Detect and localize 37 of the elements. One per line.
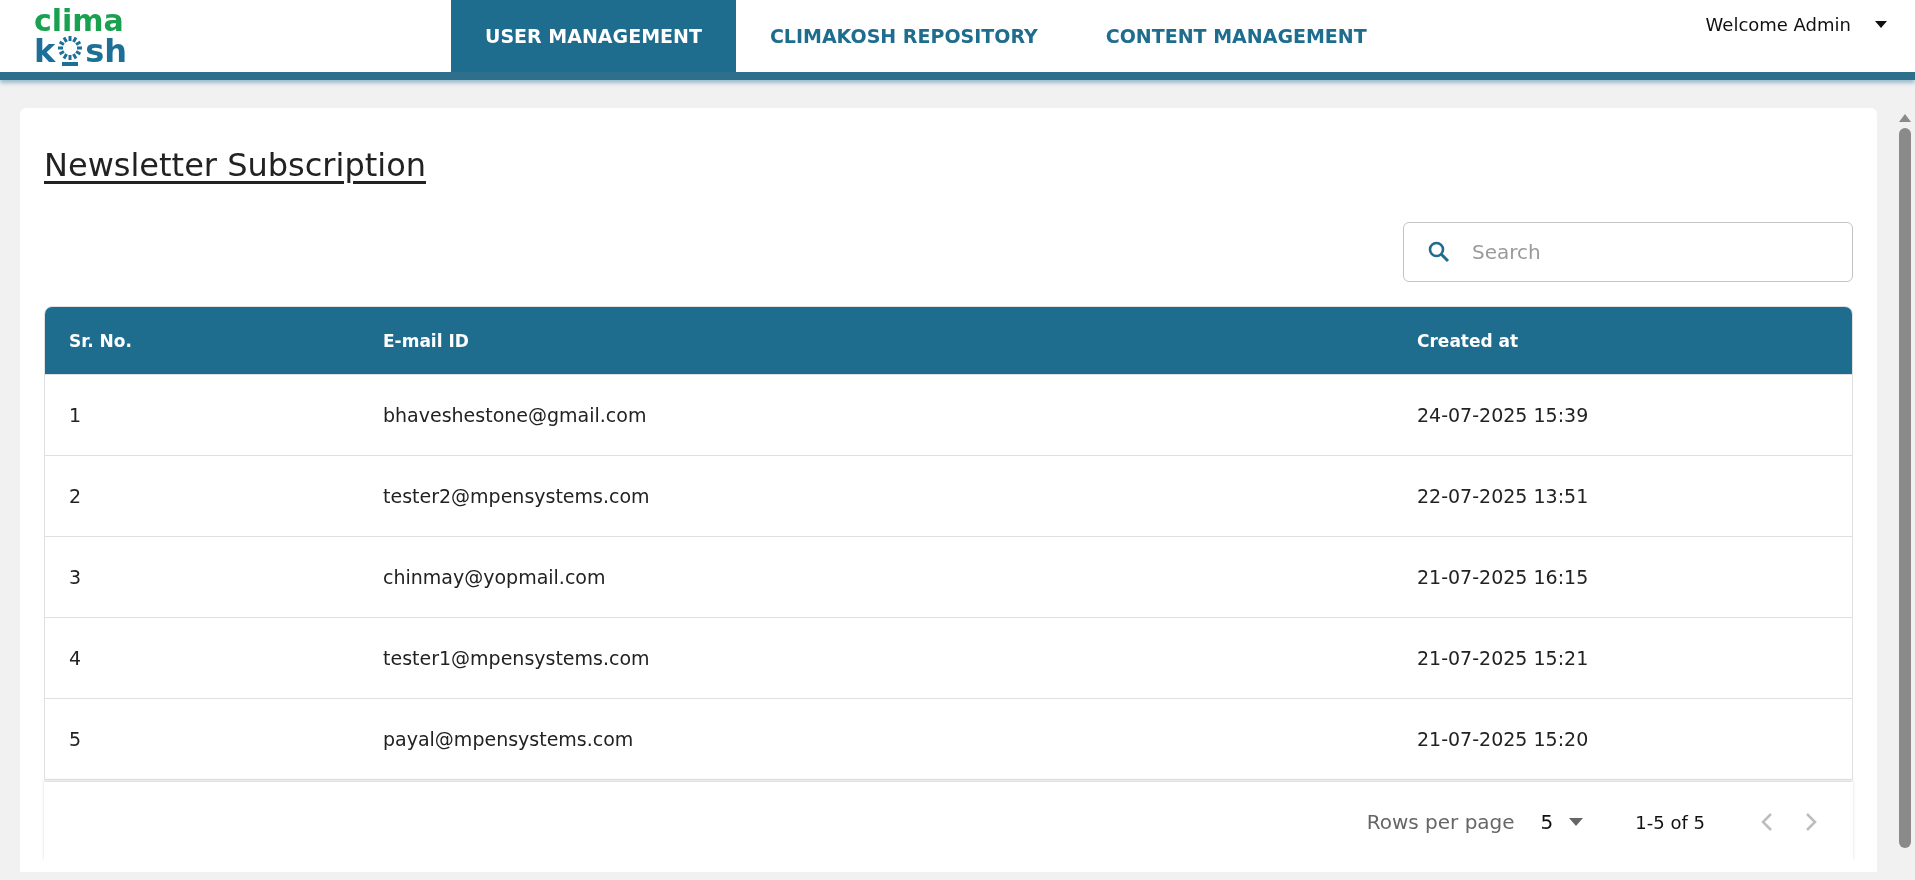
table-cell-text: 21-07-2025 15:21 — [1416, 647, 1590, 669]
table-cell-text: 5 — [68, 728, 83, 750]
table-cell-text: 3 — [68, 566, 83, 588]
column-header: Created at — [1416, 330, 1520, 351]
column-header: E-mail ID — [382, 330, 470, 351]
caret-icon — [1569, 818, 1584, 826]
nav-tab[interactable]: CONTENT MANAGEMENT — [1071, 0, 1401, 72]
scroll-up-icon[interactable] — [1899, 114, 1911, 122]
table-cell-text: 21-07-2025 16:15 — [1416, 566, 1590, 588]
rows-per-page-label: Rows per page — [1366, 810, 1515, 834]
logo-text: sh — [85, 34, 128, 68]
table-cell-text: 1 — [68, 404, 83, 426]
table-cell-text: tester2@mpensystems.com — [382, 485, 651, 507]
table-cell-text: 21-07-2025 15:20 — [1416, 728, 1590, 750]
nav-tab[interactable]: USER MANAGEMENT — [451, 0, 736, 72]
chevron-right-icon — [1803, 811, 1819, 833]
table-cell-text: payal@mpensystems.com — [382, 728, 635, 750]
logo-text: clima — [34, 8, 125, 34]
page-range: 1-5 of 5 — [1635, 811, 1705, 833]
nav-tab[interactable]: CLIMAKOSH REPOSITORY — [735, 0, 1072, 72]
table-cell-text: 4 — [68, 647, 83, 669]
column-header: Sr. No. — [68, 330, 133, 351]
scrollbar-thumb[interactable] — [1899, 128, 1911, 848]
rows-per-page-select[interactable]: 5 — [1534, 809, 1590, 835]
search-field[interactable]: Search — [1403, 222, 1853, 282]
table-cell-text: 2 — [68, 485, 83, 507]
logo-text: k — [34, 34, 56, 68]
search-icon — [1427, 240, 1451, 264]
table-cell-text: bhaveshestone@gmail.com — [382, 404, 648, 426]
table-cell-text: 22-07-2025 13:51 — [1416, 485, 1590, 507]
caret-icon — [1875, 20, 1887, 28]
table-cell-text: chinmay@yopmail.com — [382, 566, 607, 588]
user-menu[interactable]: Welcome Admin — [1705, 0, 1915, 48]
table-cell-text: tester1@mpensystems.com — [382, 647, 651, 669]
table-cell-text: 24-07-2025 15:39 — [1416, 404, 1590, 426]
chevron-left-icon — [1759, 811, 1775, 833]
page-title: Newsletter Subscription — [44, 146, 426, 184]
